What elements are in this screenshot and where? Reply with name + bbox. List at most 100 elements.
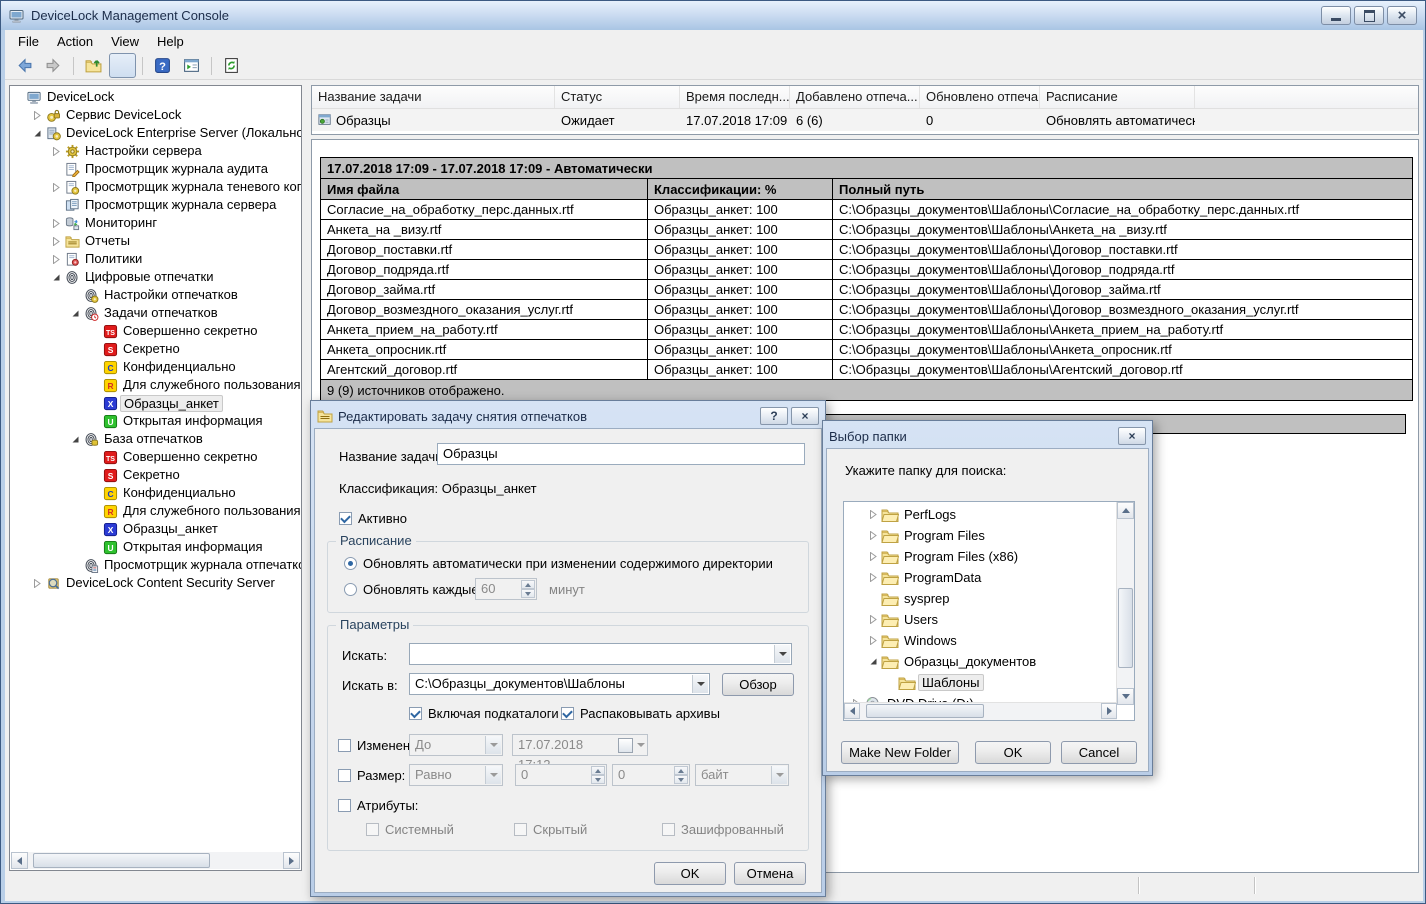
- scroll-thumb[interactable]: [866, 704, 984, 718]
- column-header-added[interactable]: Добавлено отпеча...: [790, 86, 920, 108]
- folder-tree-item[interactable]: Users: [844, 609, 1117, 630]
- size-row[interactable]: Размер:: [338, 768, 405, 783]
- tree-item[interactable]: TSСовершенно секретно: [10, 448, 301, 466]
- tree-item[interactable]: Настройки сервера: [10, 142, 301, 160]
- tree-expander-icon[interactable]: [52, 146, 65, 157]
- modified-op-combobox[interactable]: До: [409, 734, 503, 756]
- folder-tree-item[interactable]: Образцы_документов: [844, 651, 1117, 672]
- folder-tree-item[interactable]: PerfLogs: [844, 504, 1117, 525]
- tree-item[interactable]: UОткрытая информация: [10, 412, 301, 430]
- column-header-updated[interactable]: Обновлено отпеча...: [920, 86, 1040, 108]
- tree-item[interactable]: SСекретно: [10, 340, 301, 358]
- tree-expander-icon[interactable]: [71, 434, 84, 445]
- table-row[interactable]: Договор_возмездного_оказания_услуг.rtfОб…: [321, 300, 1413, 320]
- tree-item[interactable]: DeviceLock Content Security Server: [10, 574, 301, 592]
- table-row[interactable]: Анкета_на _визу.rtfОбразцы_анкет: 100C:\…: [321, 220, 1413, 240]
- snapshot-column-header[interactable]: Классификации: %: [648, 179, 833, 200]
- tree-item[interactable]: Мониторинг: [10, 214, 301, 232]
- tree-item[interactable]: Просмотрщик журнала аудита: [10, 160, 301, 178]
- column-header-last-time[interactable]: Время последн...: [680, 86, 790, 108]
- folder-horizontal-scrollbar[interactable]: [844, 702, 1117, 720]
- interval-radio-row[interactable]: Обновлять каждые: [344, 582, 479, 597]
- dropdown-arrow-icon[interactable]: [774, 645, 790, 663]
- tree-expander-icon[interactable]: [869, 530, 881, 541]
- table-row[interactable]: Договор_поставки.rtfОбразцы_анкет: 100C:…: [321, 240, 1413, 260]
- attr-system-row[interactable]: Системный: [366, 822, 454, 837]
- tree-expander-icon[interactable]: [52, 254, 65, 265]
- tree-expander-icon[interactable]: [71, 308, 84, 319]
- task-row[interactable]: Образцы Ожидает 17.07.2018 17:09 6 (6) 0…: [312, 109, 1418, 131]
- tree-expander-icon[interactable]: [869, 551, 881, 562]
- task-name-input[interactable]: Образцы: [437, 443, 805, 465]
- toolbar-up-folder-button[interactable]: [80, 53, 107, 78]
- minimize-button[interactable]: [1321, 6, 1351, 25]
- menu-view[interactable]: View: [102, 32, 148, 51]
- scroll-right-button[interactable]: [283, 852, 300, 869]
- tree-item[interactable]: RДля служебного пользования: [10, 502, 301, 520]
- spin-down-icon[interactable]: [521, 589, 535, 598]
- tree-expander-icon[interactable]: [33, 578, 46, 589]
- tree-item[interactable]: Просмотрщик журнала теневого копир: [10, 178, 301, 196]
- attr-hidden-checkbox[interactable]: [514, 823, 527, 836]
- folder-tree-item[interactable]: ProgramData: [844, 567, 1117, 588]
- spin-up-icon[interactable]: [521, 580, 535, 589]
- dialog-close-button[interactable]: ×: [791, 407, 819, 425]
- tree-item[interactable]: Сервис DeviceLock: [10, 106, 301, 124]
- tree-item[interactable]: Настройки отпечатков: [10, 286, 301, 304]
- tree-item[interactable]: RДля служебного пользования: [10, 376, 301, 394]
- scroll-left-button[interactable]: [844, 703, 860, 719]
- include-subfolders-checkbox[interactable]: [409, 707, 422, 720]
- auto-update-radio-row[interactable]: Обновлять автоматически при изменении со…: [344, 556, 773, 571]
- tree-expander-icon[interactable]: [869, 656, 881, 667]
- cancel-button[interactable]: Отмена: [734, 862, 806, 885]
- menu-action[interactable]: Action: [48, 32, 102, 51]
- toolbar-console-tree-button[interactable]: [109, 53, 136, 78]
- folder-tree-item[interactable]: sysprep: [844, 588, 1117, 609]
- ok-button[interactable]: OK: [654, 862, 726, 885]
- tree-item[interactable]: DeviceLock: [10, 88, 301, 106]
- tree-expander-icon[interactable]: [52, 218, 65, 229]
- table-row[interactable]: Агентский_договор.rtfОбразцы_анкет: 100C…: [321, 360, 1413, 380]
- column-header-schedule[interactable]: Расписание: [1040, 86, 1195, 108]
- column-header-status[interactable]: Статус: [555, 86, 680, 108]
- tree-horizontal-scrollbar[interactable]: [11, 852, 300, 869]
- scroll-thumb[interactable]: [1118, 588, 1133, 668]
- dialog-help-button[interactable]: ?: [760, 407, 788, 425]
- auto-update-radio[interactable]: [344, 557, 357, 570]
- interval-spinner[interactable]: 60: [475, 578, 537, 600]
- attr-encrypted-row[interactable]: Зашифрованный: [662, 822, 784, 837]
- attributes-checkbox[interactable]: [338, 799, 351, 812]
- folder-tree-item[interactable]: Program Files (x86): [844, 546, 1117, 567]
- make-new-folder-button[interactable]: Make New Folder: [841, 741, 959, 764]
- scroll-up-button[interactable]: [1117, 502, 1134, 519]
- table-row[interactable]: Анкета_опросник.rtfОбразцы_анкет: 100C:\…: [321, 340, 1413, 360]
- modified-datetime-field[interactable]: 17.07.2018 17:12: [512, 734, 648, 756]
- scroll-thumb[interactable]: [33, 853, 210, 868]
- tree-item[interactable]: SСекретно: [10, 466, 301, 484]
- scroll-left-button[interactable]: [11, 852, 28, 869]
- restore-button[interactable]: [1354, 6, 1384, 25]
- snapshot-column-header[interactable]: Имя файла: [321, 179, 648, 200]
- size-max-spinner[interactable]: 0: [612, 764, 690, 786]
- tree-item[interactable]: Политики: [10, 250, 301, 268]
- toolbar-forward-button[interactable]: [40, 53, 67, 78]
- dialog-close-button[interactable]: ×: [1118, 427, 1146, 445]
- toolbar-help-button[interactable]: ?: [149, 53, 176, 78]
- snapshot-column-header[interactable]: Полный путь: [833, 179, 1413, 200]
- dropdown-arrow-icon[interactable]: [692, 675, 708, 693]
- attr-encrypted-checkbox[interactable]: [662, 823, 675, 836]
- tree-expander-icon[interactable]: [869, 635, 881, 646]
- tree-item[interactable]: Задачи отпечатков: [10, 304, 301, 322]
- tree-item[interactable]: XОбразцы_анкет: [10, 520, 301, 538]
- unpack-archives-row[interactable]: Распаковывать архивы: [561, 706, 720, 721]
- attributes-row[interactable]: Атрибуты:: [338, 798, 418, 813]
- tree-item[interactable]: Просмотрщик журнала отпечатков: [10, 556, 301, 574]
- modified-checkbox[interactable]: [338, 739, 351, 752]
- tree-item[interactable]: XОбразцы_анкет: [10, 394, 301, 412]
- scroll-down-button[interactable]: [1117, 688, 1134, 705]
- toolbar-back-button[interactable]: [11, 53, 38, 78]
- active-checkbox[interactable]: [339, 512, 352, 525]
- tree-item[interactable]: Отчеты: [10, 232, 301, 250]
- size-checkbox[interactable]: [338, 769, 351, 782]
- scroll-right-button[interactable]: [1101, 703, 1117, 719]
